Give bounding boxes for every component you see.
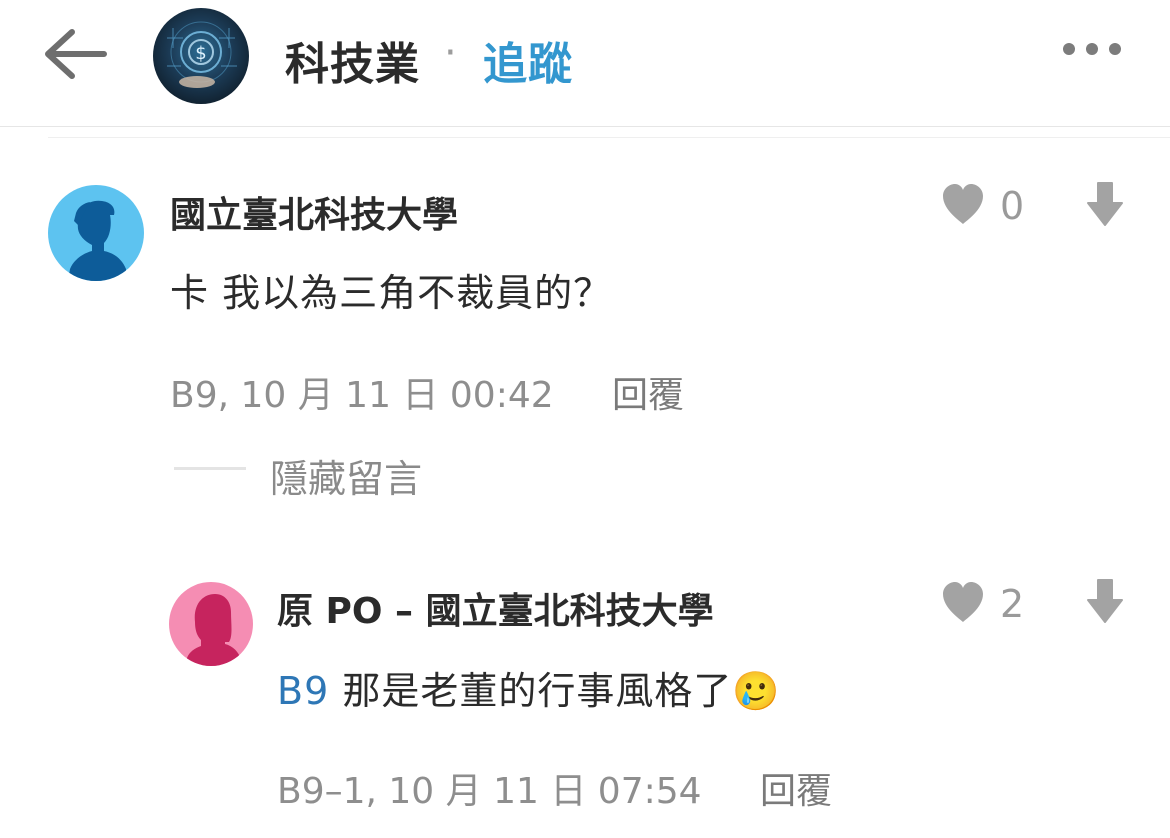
reply-meta: B9–1, 10 月 11 日 07:54 <box>277 771 702 812</box>
like-count: 2 <box>1000 582 1025 626</box>
reply-button[interactable]: 回覆 <box>612 366 684 418</box>
reply-text: 那是老董的行事風格了 <box>342 669 733 713</box>
downvote-button[interactable] <box>1085 181 1125 229</box>
comment-meta: B9, 10 月 11 日 00:42 <box>170 375 554 416</box>
like-count: 0 <box>1000 184 1025 228</box>
board-avatar[interactable]: $ <box>153 8 249 104</box>
board-name: 科技業 <box>285 39 420 90</box>
reply-body: B9 那是老董的行事風格了🥲 <box>277 660 781 715</box>
svg-text:$: $ <box>195 43 206 64</box>
downvote-button[interactable] <box>1085 578 1125 626</box>
title-separator: · <box>444 30 457 76</box>
section-divider <box>48 137 1170 138</box>
comment-author: 國立臺北科技大學 <box>170 195 459 236</box>
heart-icon <box>943 184 983 224</box>
like-button[interactable] <box>940 580 990 628</box>
mention-link[interactable]: B9 <box>277 669 329 713</box>
header-divider <box>0 126 1170 127</box>
hide-divider <box>174 467 246 470</box>
back-button[interactable] <box>40 24 110 84</box>
download-arrow-icon <box>1087 579 1123 623</box>
more-icon <box>1063 43 1121 55</box>
heart-icon <box>943 582 983 622</box>
download-arrow-icon <box>1087 182 1123 226</box>
tear-smile-emoji: 🥲 <box>732 669 781 713</box>
male-avatar-icon <box>68 200 126 281</box>
hide-comments-button[interactable]: 隱藏留言 <box>270 448 422 503</box>
reply-button[interactable]: 回覆 <box>760 762 832 814</box>
female-avatar-icon <box>185 594 241 666</box>
comment-body: 卡 我以為三角不裁員的？ <box>170 271 613 315</box>
commenter-avatar[interactable] <box>48 185 144 281</box>
like-button[interactable] <box>940 182 990 230</box>
reply-author: 原 PO – 國立臺北科技大學 <box>277 591 714 632</box>
board-avatar-image: $ <box>167 21 237 88</box>
more-button[interactable] <box>1060 38 1124 60</box>
follow-button[interactable]: 追蹤 <box>483 28 573 92</box>
reply-author-avatar[interactable] <box>169 582 253 666</box>
back-arrow-icon <box>45 29 107 79</box>
